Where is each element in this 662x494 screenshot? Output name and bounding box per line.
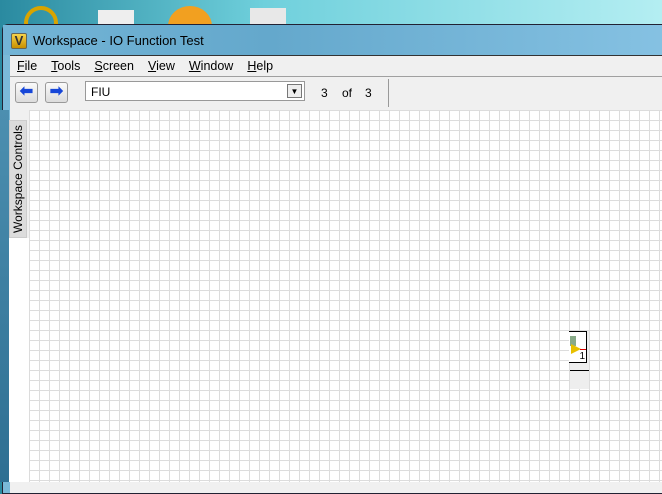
menu-bar: File Tools Screen View Window Help: [10, 56, 662, 77]
window-border: [0, 110, 9, 482]
back-button[interactable]: ⬅: [15, 82, 38, 103]
total-pages: 3: [365, 86, 372, 100]
workspace-controls-tab[interactable]: Workspace Controls: [9, 120, 27, 238]
menu-help[interactable]: Help: [247, 59, 273, 73]
current-page: 3: [321, 86, 328, 100]
menu-view[interactable]: View: [148, 59, 175, 73]
of-label: of: [342, 86, 353, 100]
toolbar-divider: [388, 79, 389, 107]
function-node[interactable]: 1: [569, 331, 587, 363]
menu-file[interactable]: File: [17, 59, 37, 73]
workspace-canvas[interactable]: [29, 110, 662, 482]
window-title: Workspace - IO Function Test: [33, 33, 204, 48]
toolbar: ⬅ ➡ FIU ▼ 3 of 3: [10, 77, 662, 110]
menu-window[interactable]: Window: [189, 59, 233, 73]
forward-button[interactable]: ➡: [45, 82, 68, 103]
tab-label: Workspace Controls: [11, 125, 25, 233]
node-line: [570, 370, 589, 371]
chevron-down-icon[interactable]: ▼: [287, 84, 302, 98]
menu-tools[interactable]: Tools: [51, 59, 80, 73]
wire: [580, 349, 586, 350]
app-icon[interactable]: V: [11, 33, 27, 49]
arrow-left-icon: ⬅: [19, 83, 34, 100]
side-panel: [9, 238, 29, 482]
arrow-right-icon: ➡: [49, 83, 64, 100]
screen-select[interactable]: FIU ▼: [85, 81, 305, 101]
title-bar[interactable]: V Workspace - IO Function Test: [3, 25, 662, 55]
node-label: 1: [579, 351, 585, 362]
screen-select-value: FIU: [91, 85, 111, 99]
menu-screen[interactable]: Screen: [94, 59, 134, 73]
